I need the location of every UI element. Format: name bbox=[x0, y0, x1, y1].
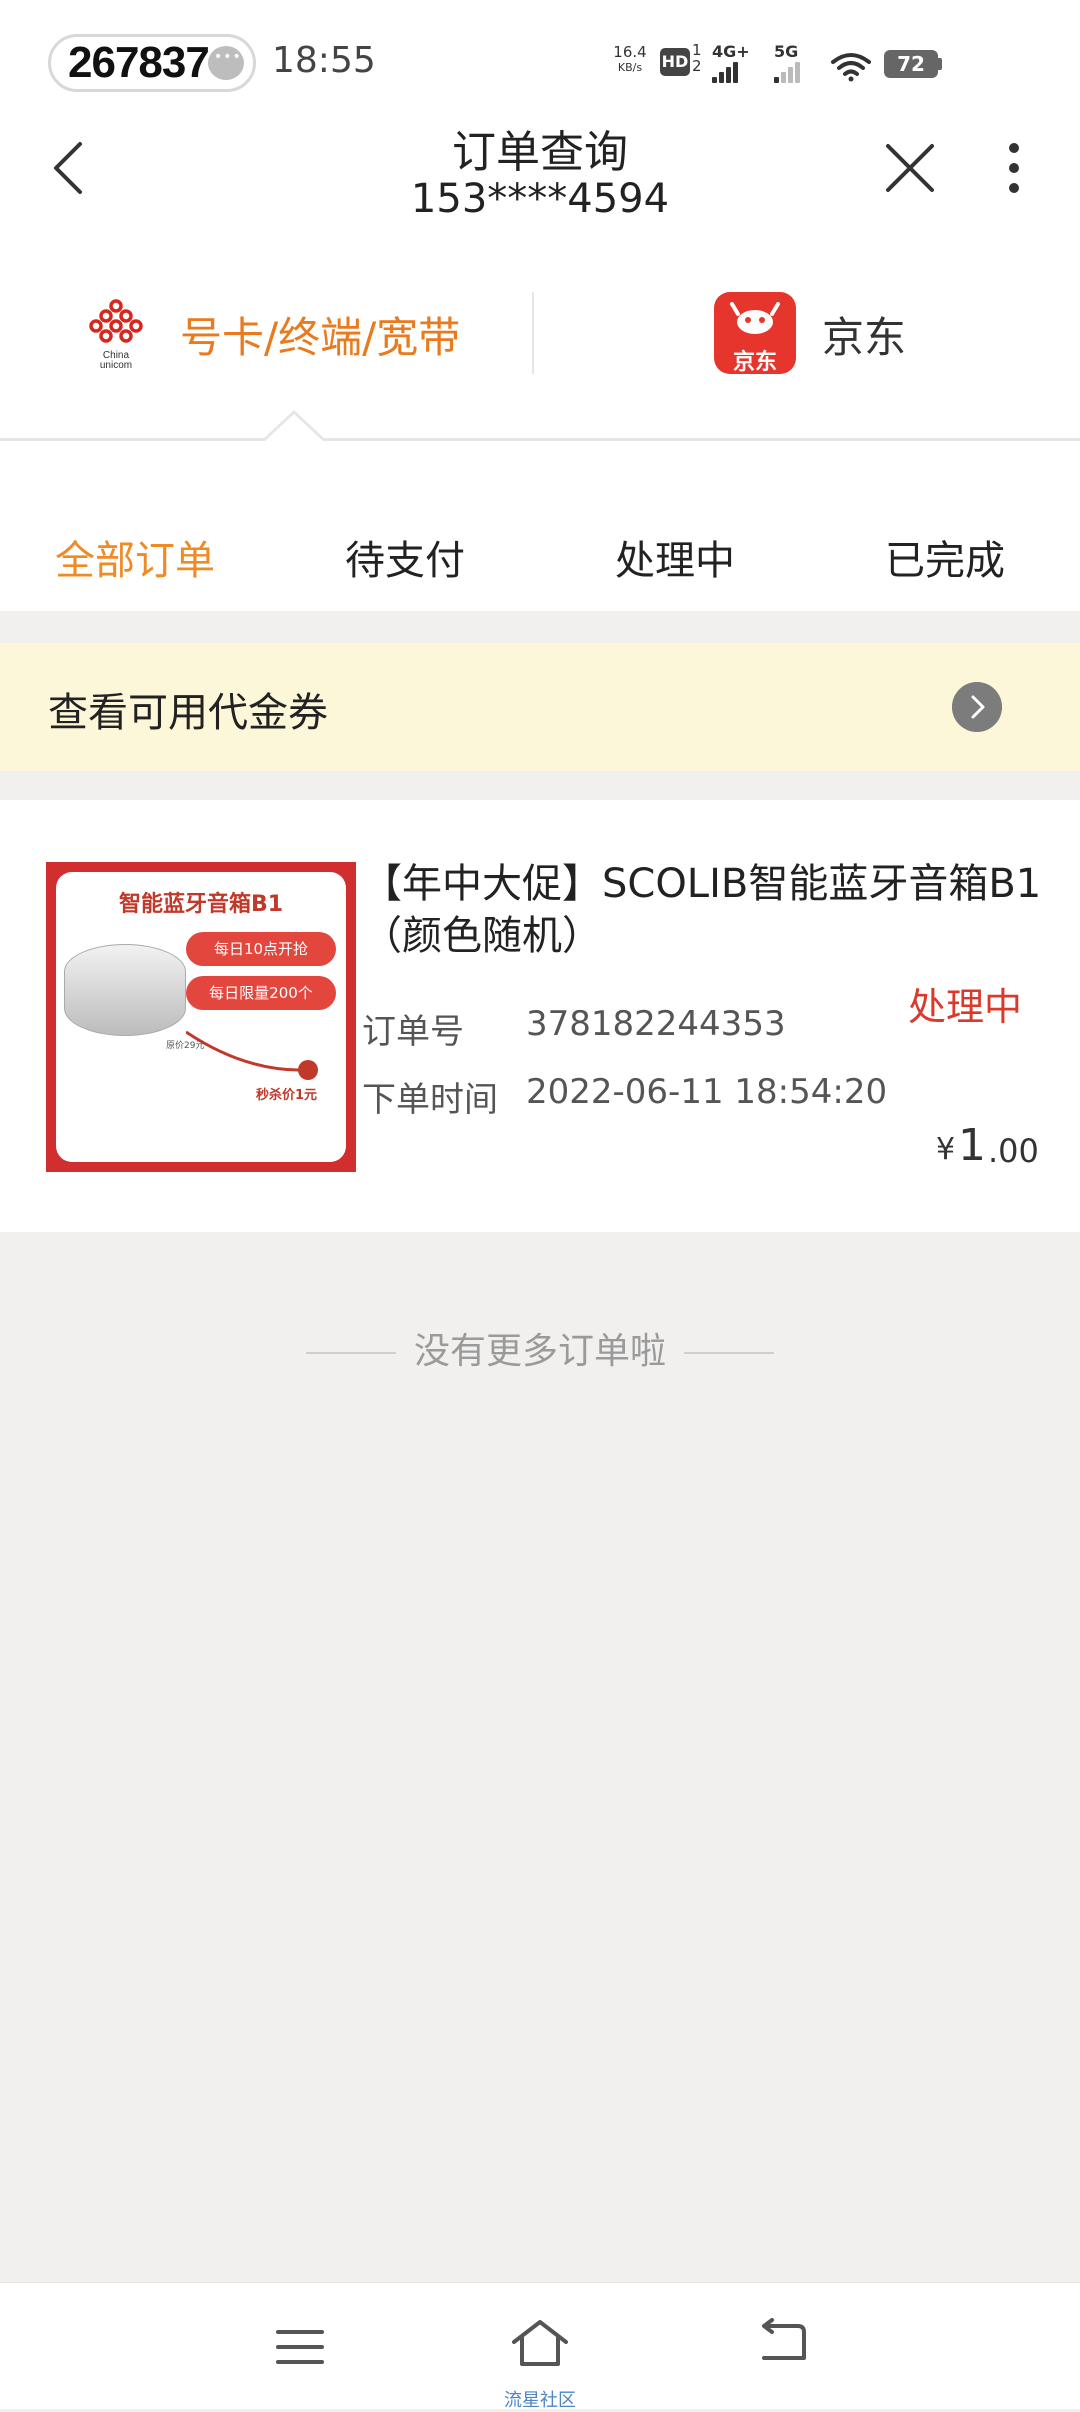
product-image: 智能蓝牙音箱B1 每日10点开抢 每日限量200个 原价29元 秒杀价1元 bbox=[46, 862, 356, 1172]
more-options-icon[interactable] bbox=[1000, 140, 1028, 196]
speaker-picture bbox=[64, 944, 186, 1036]
jd-logo: 京东 bbox=[714, 292, 796, 374]
message-icon bbox=[208, 46, 244, 80]
hd-sim-index: 1 2 bbox=[692, 41, 702, 75]
home-label: 流星社区 bbox=[504, 2390, 576, 2411]
status-time: 18:55 bbox=[272, 40, 376, 81]
hd-badge: HD bbox=[660, 48, 690, 76]
status-code: 267837 bbox=[68, 38, 210, 87]
product-image-price-note: 秒杀价1元 bbox=[256, 1088, 318, 1103]
order-status-badge: 处理中 bbox=[908, 985, 1023, 1029]
battery-tip bbox=[938, 58, 942, 70]
close-icon[interactable] bbox=[882, 140, 938, 196]
signal-4g-label: 4G+ bbox=[712, 42, 750, 61]
jd-logo-text: 京东 bbox=[732, 350, 777, 374]
brand-tab-jd-label[interactable]: 京东 bbox=[822, 304, 906, 365]
order-number-value: 378182244353 bbox=[526, 1004, 786, 1044]
no-more-orders-note: 没有更多订单啦 bbox=[413, 1331, 666, 1372]
signal-bars-icon bbox=[712, 61, 738, 83]
order-price-symbol: ¥ bbox=[936, 1132, 956, 1167]
product-image-tag1: 每日10点开抢 bbox=[186, 932, 336, 966]
product-image-left-note: 原价29元 bbox=[166, 1041, 205, 1051]
order-price-integer: 1 bbox=[958, 1120, 986, 1171]
tab-processing[interactable]: 处理中 bbox=[540, 528, 810, 586]
battery-icon: 72 bbox=[884, 50, 938, 78]
chevron-right-icon[interactable] bbox=[952, 682, 1002, 732]
tab-pending-payment[interactable]: 待支付 bbox=[270, 528, 540, 586]
home-icon[interactable] bbox=[508, 2316, 572, 2370]
signal-bars-icon bbox=[774, 61, 800, 83]
brand-tab-jd[interactable] bbox=[600, 280, 1020, 390]
order-time-value: 2022-06-11 18:54:20 bbox=[526, 1072, 888, 1112]
tab-all-orders[interactable]: 全部订单 bbox=[0, 528, 270, 586]
wifi-icon bbox=[831, 53, 871, 82]
return-icon[interactable] bbox=[754, 2318, 810, 2368]
network-speed: 16.4 KB/s bbox=[608, 44, 652, 76]
network-speed-value: 16.4 bbox=[613, 43, 647, 61]
order-title[interactable]: 【年中大促】SCOLIB智能蓝牙音箱B1（颜色随机） bbox=[362, 858, 1042, 962]
product-image-tag2: 每日限量200个 bbox=[186, 976, 336, 1010]
order-time-label: 下单时间 bbox=[362, 1080, 498, 1120]
signal-4g: 4G+ bbox=[712, 42, 750, 83]
active-brand-indicator-inner bbox=[265, 414, 323, 441]
signal-5g-label: 5G bbox=[774, 42, 799, 61]
coupon-label[interactable]: 查看可用代金券 bbox=[48, 680, 328, 738]
network-speed-unit: KB/s bbox=[617, 61, 643, 74]
brand-tab-unicom-label[interactable]: 号卡/终端/宽带 bbox=[180, 304, 460, 365]
order-number-label: 订单号 bbox=[362, 1012, 464, 1052]
tab-completed[interactable]: 已完成 bbox=[810, 528, 1080, 586]
product-image-headline: 智能蓝牙音箱B1 bbox=[118, 892, 284, 917]
menu-icon[interactable] bbox=[274, 2326, 326, 2368]
order-price-decimal: .00 bbox=[988, 1132, 1039, 1170]
brand-tab-divider bbox=[532, 292, 534, 374]
signal-5g: 5G bbox=[774, 42, 800, 83]
svg-text:unicom: unicom bbox=[100, 360, 132, 370]
china-unicom-logo: China unicom bbox=[89, 299, 143, 370]
